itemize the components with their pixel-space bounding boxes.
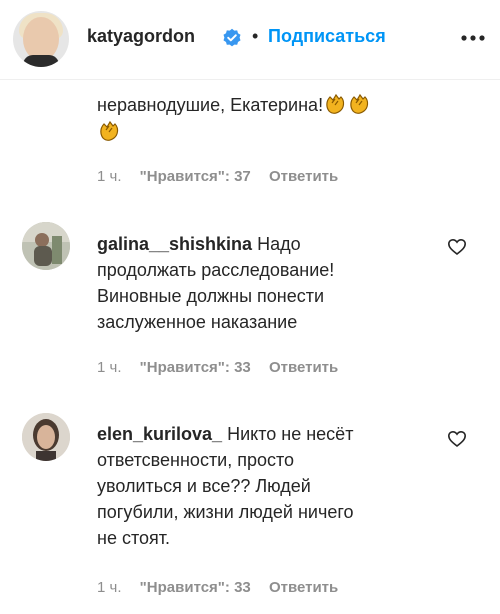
comment-time[interactable]: 1 ч. — [97, 168, 122, 185]
comment-text-line: Никто не несёт — [227, 424, 354, 444]
comment-text-line: погубили, жизни людей ничего — [97, 502, 354, 522]
reply-button[interactable]: Ответить — [269, 579, 338, 596]
comment-username[interactable]: elen_kurilova_ — [97, 424, 222, 444]
verified-badge-icon — [223, 28, 241, 47]
comment-time[interactable]: 1 ч. — [97, 359, 122, 376]
comment-text: неравнодушие, Екатерина! — [97, 91, 371, 145]
comment-text: elen_kurilova_ Никто не несёт ответсвенн… — [97, 421, 354, 551]
header-separator: • — [252, 26, 259, 46]
clapping-hands-emoji — [100, 120, 119, 141]
comment-text: galina__shishkina Надо продолжать рассле… — [97, 231, 334, 335]
avatar-collar — [23, 55, 59, 67]
heart-icon[interactable] — [447, 237, 467, 257]
comment-likes[interactable]: "Нравится": 37 — [140, 168, 251, 185]
comment-likes[interactable]: "Нравится": 33 — [140, 359, 251, 376]
commenter-avatar-image — [22, 222, 70, 270]
comment-username[interactable]: galina__shishkina — [97, 234, 252, 254]
follow-button[interactable]: Подписаться — [268, 26, 386, 47]
reply-button[interactable]: Ответить — [269, 359, 338, 376]
comment-text-line: заслуженное наказание — [97, 312, 298, 332]
comment-text-line: Виновные должны понести — [97, 286, 325, 306]
comment-text-line: неравнодушие, Екатерина! — [97, 95, 324, 115]
comment-text-line: ответсвенности, просто — [97, 450, 295, 470]
comment-meta: 1 ч. "Нравится": 37 Ответить — [97, 168, 352, 185]
heart-icon[interactable] — [447, 429, 467, 449]
more-options-icon[interactable] — [458, 28, 488, 48]
comment-time[interactable]: 1 ч. — [97, 579, 122, 596]
comment-meta: 1 ч. "Нравится": 33 Ответить — [97, 579, 352, 596]
clapping-hands-emoji — [350, 93, 369, 114]
comment-likes[interactable]: "Нравится": 33 — [140, 579, 251, 596]
commenter-avatar[interactable] — [22, 222, 70, 270]
commenter-avatar[interactable] — [22, 413, 70, 461]
reply-button[interactable]: Ответить — [269, 168, 338, 185]
comment-text-line: продолжать расследование! — [97, 260, 335, 280]
comment-text-line: уволиться и все?? Людей — [97, 476, 311, 496]
comment-text-line: Надо — [257, 234, 301, 254]
comment-meta: 1 ч. "Нравится": 33 Ответить — [97, 359, 352, 376]
author-avatar[interactable] — [13, 11, 69, 67]
commenter-avatar-image — [22, 413, 70, 461]
post-header: katyagordon • Подписаться — [0, 0, 500, 80]
comment-text-line: не стоят. — [97, 528, 171, 548]
clapping-hands-emoji — [326, 93, 345, 114]
author-username[interactable]: katyagordon — [87, 26, 195, 47]
